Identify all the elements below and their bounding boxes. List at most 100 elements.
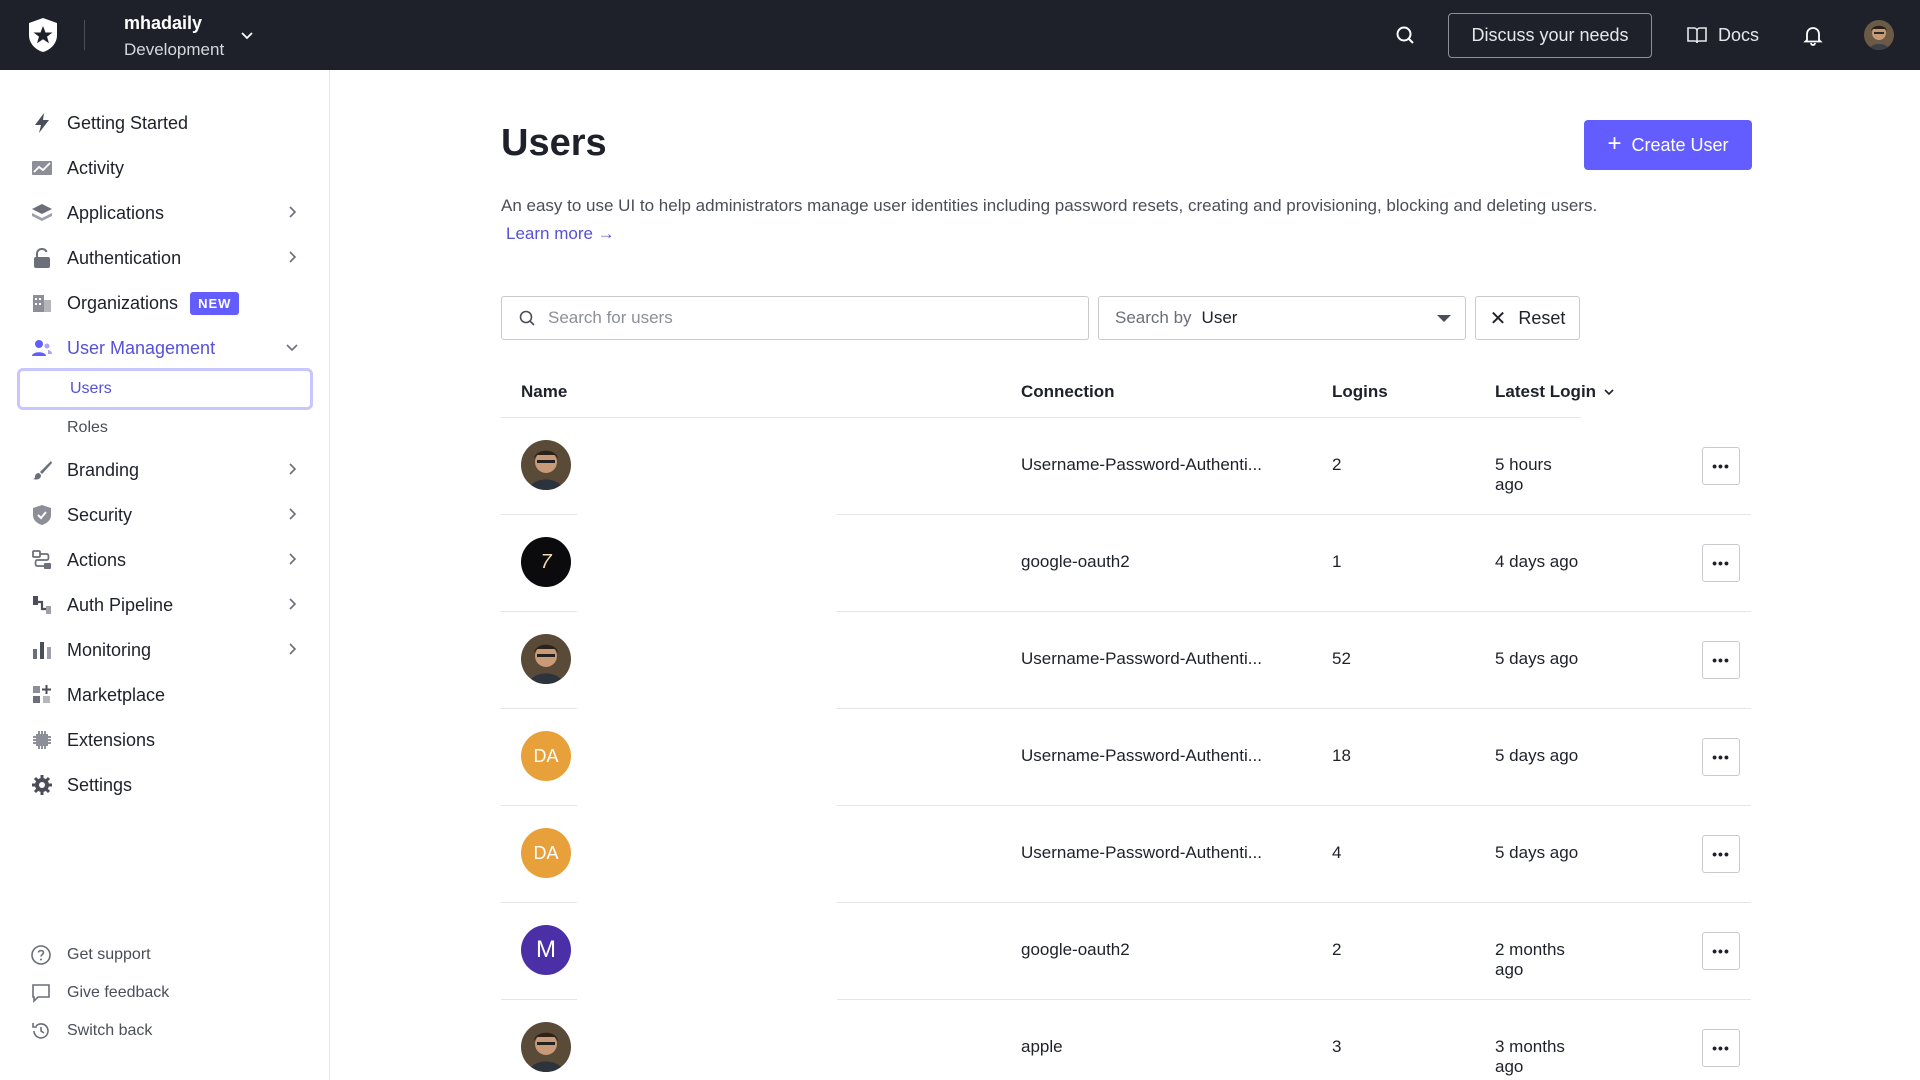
- sidebar-item-settings[interactable]: Settings: [30, 770, 300, 800]
- sidebar-item-label: Authentication: [67, 247, 182, 268]
- table-row[interactable]: Username-Password-Authenti... 52 5 days …: [501, 612, 1751, 709]
- top-bar: mhadaily Development Discuss your needs …: [0, 0, 1920, 70]
- sidebar-item-label: Getting Started: [67, 112, 189, 133]
- tenant-name: mhadaily: [124, 13, 203, 33]
- users-icon: [30, 336, 54, 360]
- table-row[interactable]: apple 3 3 months ago •••: [501, 1000, 1740, 1080]
- history-icon: [32, 1023, 49, 1039]
- sidebar-item-label: Security: [67, 504, 133, 525]
- search-icon[interactable]: [1394, 24, 1416, 46]
- caret-down-icon: [1437, 315, 1451, 322]
- pipeline-icon: [30, 593, 54, 617]
- search-by-label: Search by: [1115, 308, 1192, 327]
- search-users-box[interactable]: [501, 296, 1089, 340]
- get-support-link[interactable]: Get support: [30, 942, 151, 968]
- search-by-select[interactable]: Search by User: [1098, 296, 1466, 340]
- sidebar-item-organizations[interactable]: Organizations NEW: [30, 288, 300, 318]
- docs-label: Docs: [1718, 24, 1760, 45]
- search-input[interactable]: [548, 308, 1068, 328]
- column-header-latest-login[interactable]: Latest Login: [1495, 382, 1616, 402]
- message-icon: [32, 984, 50, 1003]
- sidebar-item-authentication[interactable]: Authentication: [30, 243, 300, 273]
- sidebar-subitem-users[interactable]: Users: [17, 368, 313, 410]
- docs-link[interactable]: Docs: [1686, 24, 1759, 46]
- connection-cell: Username-Password-Authenti...: [1021, 843, 1262, 862]
- auth0-logo-icon[interactable]: [26, 17, 60, 53]
- brush-icon: [30, 458, 54, 482]
- more-actions-button[interactable]: •••: [1702, 738, 1740, 776]
- column-header-connection: Connection: [1021, 382, 1115, 401]
- sidebar-item-actions[interactable]: Actions: [30, 545, 300, 575]
- more-actions-button[interactable]: •••: [1702, 641, 1740, 679]
- switch-back-label: Switch back: [67, 1022, 153, 1039]
- create-user-button[interactable]: + Create User: [1584, 120, 1752, 170]
- user-avatar-dark[interactable]: 7: [521, 537, 571, 587]
- chevron-right-icon: [289, 598, 297, 610]
- chevron-right-icon: [289, 251, 297, 263]
- chevron-right-icon: [289, 463, 297, 475]
- sidebar-item-label: Monitoring: [67, 639, 152, 660]
- user-avatar[interactable]: [1864, 20, 1894, 50]
- tenant-switcher[interactable]: mhadaily Development: [124, 12, 224, 62]
- logins-cell: 2: [1332, 940, 1342, 959]
- sidebar-item-security[interactable]: Security: [30, 500, 300, 530]
- latest-login-cell: 3 months ago: [1495, 1037, 1565, 1076]
- table-row[interactable]: DA Username-Password-Authenti... 4 5 day…: [501, 806, 1751, 903]
- connection-cell: apple: [1021, 1037, 1063, 1056]
- more-actions-button[interactable]: •••: [1702, 544, 1740, 582]
- sidebar-subitem-roles[interactable]: Roles: [17, 407, 313, 449]
- more-actions-button[interactable]: •••: [1702, 932, 1740, 970]
- avatar-initials: DA: [533, 842, 559, 863]
- bar-chart-icon: [30, 638, 54, 662]
- more-actions-button[interactable]: •••: [1702, 835, 1740, 873]
- user-initials-avatar[interactable]: M: [521, 925, 571, 975]
- logins-cell: 1: [1332, 552, 1342, 571]
- avatar-initials: M: [536, 936, 556, 963]
- new-badge: NEW: [190, 291, 240, 315]
- chip-icon: [30, 728, 54, 752]
- table-row[interactable]: DA Username-Password-Authenti... 18 5 da…: [501, 709, 1751, 806]
- sidebar-item-label: Organizations: [67, 292, 179, 313]
- latest-login-label: Latest Login: [1495, 382, 1597, 401]
- user-initials-avatar[interactable]: DA: [521, 731, 571, 781]
- user-photo-avatar[interactable]: [521, 1022, 571, 1072]
- table-row[interactable]: M google-oauth2 2 2 months ago •••: [501, 903, 1751, 1000]
- discuss-needs-button[interactable]: Discuss your needs: [1448, 13, 1652, 58]
- sidebar-item-activity[interactable]: Activity: [30, 153, 300, 183]
- user-photo-avatar[interactable]: [521, 440, 571, 490]
- table-row[interactable]: Username-Password-Authenti... 2 5 hours …: [501, 418, 1751, 515]
- sidebar-item-user-management[interactable]: User Management: [30, 333, 300, 363]
- reset-button[interactable]: ✕ Reset: [1475, 296, 1580, 340]
- sidebar: Getting Started Activity Applications Au…: [0, 70, 330, 1080]
- switch-back-link[interactable]: Switch back: [30, 1018, 152, 1044]
- get-support-label: Get support: [67, 946, 151, 963]
- bell-icon[interactable]: [1803, 24, 1823, 46]
- user-initials-avatar[interactable]: DA: [521, 828, 571, 878]
- sidebar-item-getting-started[interactable]: Getting Started: [30, 108, 300, 138]
- connection-cell: google-oauth2: [1021, 940, 1130, 959]
- sidebar-item-branding[interactable]: Branding: [30, 455, 300, 485]
- search-by-value: User: [1201, 308, 1238, 327]
- user-photo-avatar[interactable]: [521, 634, 571, 684]
- more-actions-button[interactable]: •••: [1702, 1029, 1740, 1067]
- sidebar-item-auth-pipeline[interactable]: Auth Pipeline: [30, 590, 300, 620]
- logins-cell: 2: [1332, 455, 1342, 474]
- connection-cell: Username-Password-Authenti...: [1021, 746, 1262, 765]
- give-feedback-link[interactable]: Give feedback: [30, 980, 169, 1006]
- learn-more-link[interactable]: Learn more →: [506, 220, 615, 248]
- sidebar-item-applications[interactable]: Applications: [30, 198, 300, 228]
- sidebar-item-marketplace[interactable]: Marketplace: [30, 680, 300, 710]
- sidebar-item-monitoring[interactable]: Monitoring: [30, 635, 300, 665]
- plus-icon: +: [1607, 130, 1622, 157]
- tenant-environment: Development: [124, 40, 225, 59]
- table-row[interactable]: 7 google-oauth2 1 4 days ago •••: [501, 515, 1751, 612]
- sidebar-item-label: Activity: [67, 157, 125, 178]
- logins-cell: 4: [1332, 843, 1342, 862]
- layers-icon: [30, 201, 54, 225]
- chevron-down-icon[interactable]: [238, 26, 256, 44]
- latest-login-cell: 5 days ago: [1495, 649, 1579, 668]
- sidebar-item-extensions[interactable]: Extensions: [30, 725, 300, 755]
- sidebar-item-label: Extensions: [67, 729, 156, 750]
- more-actions-button[interactable]: •••: [1702, 447, 1740, 485]
- create-user-label: Create User: [1631, 134, 1729, 155]
